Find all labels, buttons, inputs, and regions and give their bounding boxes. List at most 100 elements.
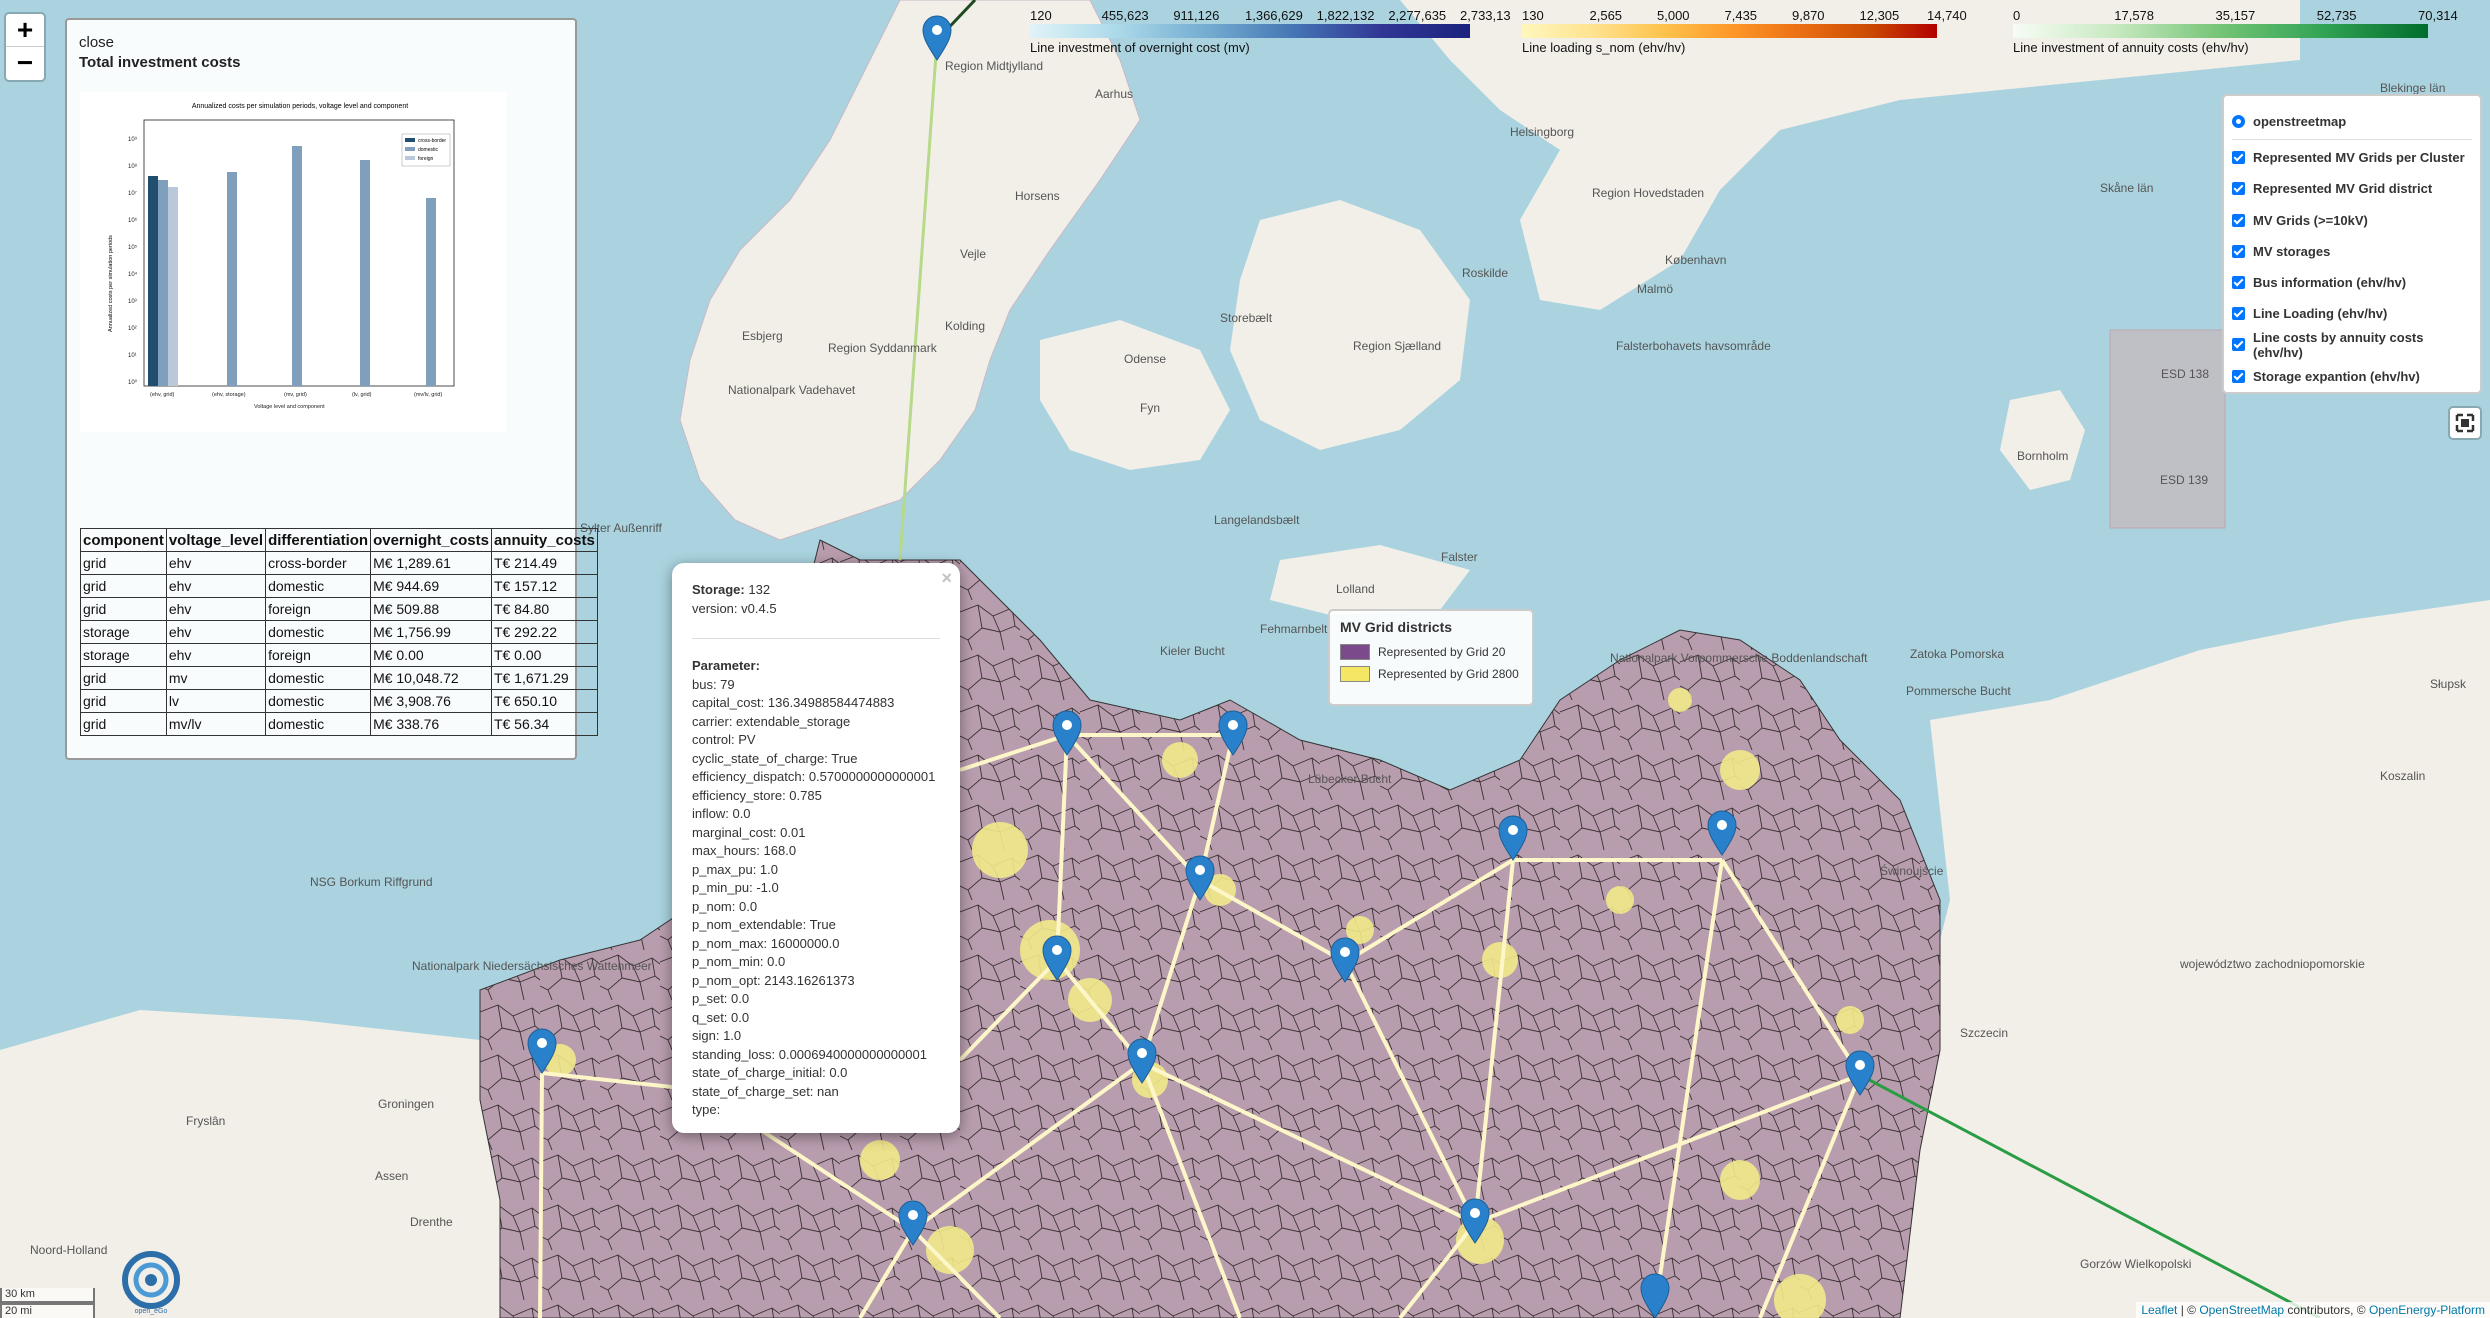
table-cell: ehv: [165, 643, 267, 667]
colorbar-gradient: [1522, 24, 1937, 38]
scale-km: 30 km: [0, 1288, 95, 1303]
popup-close-button[interactable]: ×: [941, 568, 952, 589]
checkbox-icon[interactable]: [2232, 276, 2245, 290]
radio-icon[interactable]: [2232, 115, 2245, 129]
map-label: Nationalpark Vorpommersche Boddenlandsch…: [1610, 651, 1868, 665]
leaflet-link[interactable]: Leaflet: [2141, 1303, 2177, 1317]
chart-ylabel: Annualized costs per simulation periods: [108, 235, 114, 332]
map-label: Bornholm: [2017, 449, 2068, 463]
table-cell: domestic: [265, 574, 372, 598]
map-label: Nationalpark Niedersächsisches Wattenmee…: [412, 959, 652, 973]
parameter-row: efficiency_store: 0.785: [692, 787, 822, 803]
parameter-heading: Parameter:: [692, 658, 760, 673]
table-cell: storage: [80, 643, 167, 667]
chart-bar: [158, 180, 168, 386]
legend-item: Represented by Grid 2800: [1340, 663, 1522, 685]
table-cell: ehv: [165, 574, 267, 598]
colorbar-tick: 1,822,132: [1316, 8, 1375, 23]
mv-grid-legend: MV Grid districts Represented by Grid 20…: [1328, 609, 1534, 706]
table-cell: M€ 10,048.72: [370, 666, 492, 690]
osm-link[interactable]: OpenStreetMap: [2199, 1303, 2284, 1317]
table-cell: grid: [80, 712, 167, 736]
zoom-in-button[interactable]: +: [6, 14, 44, 47]
map-label: Langelandsbælt: [1214, 513, 1300, 527]
overlay-layer-item[interactable]: MV storages: [2232, 236, 2472, 267]
investment-panel: close Total investment costs Annualized …: [65, 18, 598, 760]
layer-label: Line costs by annuity costs (ehv/hv): [2253, 329, 2424, 360]
checkbox-icon[interactable]: [2232, 338, 2245, 352]
parameter-row: marginal_cost: 0.01: [692, 824, 806, 840]
map-label: Fryslân: [186, 1114, 225, 1128]
open-ego-logo: open_eGo: [118, 1250, 184, 1316]
fullscreen-button[interactable]: [2448, 406, 2482, 440]
map-label: Zatoka Pomorska: [1910, 647, 2004, 661]
checkbox-icon[interactable]: [2232, 369, 2245, 383]
map-label: Nationalpark Vadehavet: [728, 383, 856, 397]
parameter-row: type:: [692, 1102, 721, 1117]
svg-text:10¹: 10¹: [128, 353, 137, 359]
map-label: Helsingborg: [1510, 125, 1574, 139]
svg-text:10⁷: 10⁷: [128, 190, 137, 197]
parameter-row: state_of_charge_set: nan: [692, 1083, 839, 1099]
table-cell: M€ 509.88: [370, 597, 492, 621]
table-row: grid ehv cross-border M€ 1,289.61 T€ 214.49: [80, 551, 598, 575]
table-header: voltage_level: [165, 528, 267, 552]
table-row: grid mv/lv domestic M€ 338.76 T€ 56.34: [80, 712, 598, 736]
overlay-layer-item[interactable]: Line costs by annuity costs (ehv/hv): [2232, 329, 2472, 360]
checkbox-icon[interactable]: [2232, 244, 2245, 258]
chart-xlabel: Voltage level and component: [254, 404, 325, 410]
layer-label: Represented MV Grid district: [2253, 181, 2433, 197]
overlay-layer-item[interactable]: Storage expantion (ehv/hv): [2232, 361, 2472, 392]
map-label: Horsens: [1015, 189, 1060, 203]
overlay-layer-item[interactable]: Line Loading (ehv/hv): [2232, 298, 2472, 329]
map-label: Fehmarnbelt: [1260, 622, 1328, 636]
checkbox-icon[interactable]: [2232, 213, 2245, 227]
map-label: Falsterbohavets havsområde: [1616, 339, 1771, 353]
table-cell: M€ 944.69: [370, 574, 492, 598]
colorbar-tick: 70,314: [2418, 8, 2458, 23]
colorbar-tick: 7,435: [1724, 8, 1758, 23]
colorbar-tick: 9,870: [1792, 8, 1825, 23]
table-cell: lv: [165, 689, 267, 713]
chart-bar: [148, 176, 158, 386]
colorbar-tick: 2,277,635: [1388, 8, 1447, 23]
map-label: NSG Borkum Riffgrund: [310, 875, 433, 889]
scale-mi: 20 mi: [0, 1303, 95, 1318]
table-cell: T€ 214.49: [490, 551, 598, 575]
parameter-list: bus: 79 capital_cost: 136.34988584474883 c…: [692, 676, 940, 1120]
zoom-control: + −: [4, 12, 46, 82]
panel-close-link[interactable]: close: [79, 34, 563, 51]
layer-label: openstreetmap: [2253, 114, 2347, 130]
table-header: component: [80, 528, 167, 552]
map-label: Region Midtjylland: [945, 59, 1043, 73]
parameter-row: sign: 1.0: [692, 1028, 742, 1043]
checkbox-icon[interactable]: [2232, 307, 2245, 321]
zoom-out-button[interactable]: −: [6, 47, 44, 80]
layer-label: MV storages: [2253, 243, 2331, 259]
oep-link[interactable]: OpenEnergy-Platform: [2369, 1303, 2485, 1317]
checkbox-icon[interactable]: [2232, 182, 2245, 196]
overlay-layer-item[interactable]: Represented MV Grids per Cluster: [2232, 142, 2472, 173]
parameter-row: p_nom_max: 16000000.0: [692, 935, 840, 951]
table-cell: mv: [165, 666, 267, 690]
overlay-layer-item[interactable]: Represented MV Grid district: [2232, 173, 2472, 204]
parameter-row: capital_cost: 136.34988584474883: [692, 695, 895, 710]
colorbar-gradient: [2013, 24, 2428, 38]
table-cell: M€ 338.76: [370, 712, 492, 736]
logo-text: open_eGo: [135, 1308, 168, 1315]
map-label: København: [1665, 253, 1726, 267]
storage-label: Storage:: [692, 582, 745, 597]
overlay-layer-item[interactable]: Bus information (ehv/hv): [2232, 267, 2472, 298]
storage-version: version: v0.4.5: [692, 600, 777, 616]
checkbox-icon[interactable]: [2232, 151, 2245, 165]
table-cell: T€ 56.34: [490, 712, 598, 736]
table-cell: M€ 0.00: [370, 643, 492, 667]
colorbar-tick: 911,126: [1173, 8, 1220, 23]
svg-text:10⁸: 10⁸: [128, 163, 138, 170]
attribution: Leaflet | © OpenStreetMap contributors, …: [2136, 1302, 2490, 1318]
parameter-row: p_nom_opt: 2143.16261373: [692, 972, 855, 988]
base-layer-openstreetmap[interactable]: openstreetmap: [2232, 106, 2472, 137]
chart-bar: [426, 198, 436, 386]
svg-text:10⁴: 10⁴: [128, 271, 138, 278]
overlay-layer-item[interactable]: MV Grids (>=10kV): [2232, 205, 2472, 236]
